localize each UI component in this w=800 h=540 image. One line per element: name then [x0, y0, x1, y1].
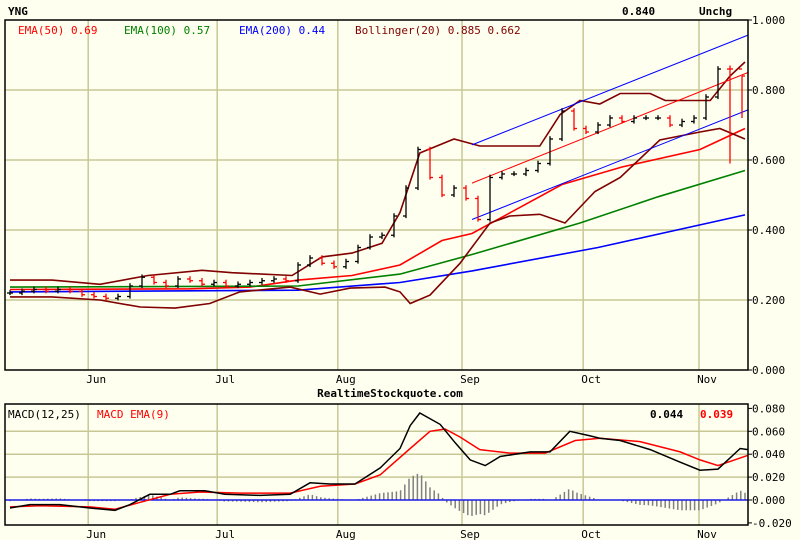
price-y-tick-label: 1.000: [752, 14, 785, 27]
price-x-axis: Jun Jul Aug Sep Oct Nov: [86, 373, 717, 386]
macd-panel-border: [4, 403, 749, 526]
macd-y-tick-label: 0.040: [752, 448, 785, 461]
price-bar: [535, 160, 541, 173]
price-bar: [451, 185, 457, 198]
price-bar: [379, 232, 385, 240]
price-bar: [655, 115, 661, 121]
macd-signal-value: 0.039: [700, 408, 733, 421]
price-bar: [427, 146, 433, 180]
macd-x-tick-label: Jul: [215, 528, 235, 540]
macd-label: MACD(12,25): [8, 408, 81, 421]
legend-ema200-value: 0.44: [299, 24, 326, 37]
price-bar: [355, 244, 361, 264]
price-lines: [9, 34, 749, 309]
svg-text:Bollinger(20) 0.885 0.662: Bollinger(20) 0.885 0.662: [355, 24, 521, 37]
price-x-tick-label: Sep: [460, 373, 480, 386]
price-y-tick-label: 0.800: [752, 84, 785, 97]
macd-y-axis: 0.080 0.060 0.040 0.020 0.000 -0.020: [748, 402, 792, 530]
price-bar: [247, 279, 253, 287]
price-x-tick-label: Jun: [86, 373, 106, 386]
symbol-label: YNG: [8, 5, 28, 18]
price-y-tick-label: 0.000: [752, 364, 785, 377]
price-bar: [187, 276, 193, 283]
price-x-tick-label: Aug: [336, 373, 356, 386]
price-grid: [5, 20, 748, 370]
price-bar: [643, 115, 649, 121]
price-x-tick-label: Oct: [581, 373, 601, 386]
price-bar: [523, 167, 529, 177]
macd-y-tick-label: 0.020: [752, 471, 785, 484]
macd-y-tick-label: -0.020: [752, 517, 792, 530]
price-bar: [499, 171, 505, 180]
price-bar: [607, 115, 613, 128]
change-label: Unchg: [699, 5, 732, 18]
price-y-axis: 1.000 0.800 0.600 0.400 0.200 0.000: [748, 14, 785, 377]
macd-y-tick-label: 0.000: [752, 494, 785, 507]
price-bars: [7, 65, 745, 301]
price-bar: [151, 274, 157, 285]
legend-ema50-label: EMA(50): [18, 24, 64, 37]
price-bar: [343, 258, 349, 269]
price-bar: [571, 108, 577, 131]
price-panel-border: [4, 19, 749, 371]
legend-ema50-value: 0.69: [71, 24, 98, 37]
macd-x-tick-label: Aug: [336, 528, 356, 540]
svg-text:EMA(50) 0.69: EMA(50) 0.69: [18, 24, 97, 37]
price-x-tick-label: Jul: [215, 373, 235, 386]
price-bar: [487, 174, 493, 222]
price-x-tick-label: Nov: [697, 373, 717, 386]
price-bar: [691, 115, 697, 124]
series-bollinger-upper: [10, 61, 746, 286]
legend-ema200-label: EMA(200): [239, 24, 292, 37]
series-channel-middle: [471, 72, 749, 184]
price-bar: [259, 277, 265, 285]
price-bar: [91, 291, 97, 299]
price-bar: [703, 94, 709, 121]
macd-y-tick-label: 0.080: [752, 402, 785, 415]
price-bar: [511, 171, 517, 177]
macd-signal-label: MACD EMA(9): [97, 408, 170, 421]
svg-text:EMA(100) 0.57: EMA(100) 0.57: [124, 24, 210, 37]
price-y-tick-label: 0.400: [752, 224, 785, 237]
price-bar: [463, 185, 469, 201]
price-bar: [307, 255, 313, 268]
series-ema-50: [9, 127, 746, 291]
price-bar: [7, 290, 13, 296]
price-bar: [679, 118, 685, 128]
legend-bollinger-upper: 0.885: [448, 24, 481, 37]
price-bar: [439, 174, 445, 198]
price-bar: [331, 260, 337, 269]
price-bar: [667, 115, 673, 128]
stock-chart: YNG 0.840 Unchg 1.000 0.800 0.600 0.400 0.20…: [4, 5, 792, 540]
macd-x-tick-label: Nov: [697, 528, 717, 540]
price-bar: [559, 108, 565, 142]
price-bar: [595, 122, 601, 135]
watermark-text: RealtimeStockquote.com: [317, 387, 463, 400]
macd-y-tick-label: 0.060: [752, 425, 785, 438]
price-y-tick-label: 0.200: [752, 294, 785, 307]
macd-x-tick-label: Sep: [460, 528, 480, 540]
legend-bollinger-lower: 0.662: [487, 24, 520, 37]
price-bar: [211, 279, 217, 287]
price-bar: [199, 277, 205, 287]
macd-grid: [5, 404, 748, 525]
price-bar: [271, 276, 277, 283]
legend-ema100-value: 0.57: [184, 24, 211, 37]
legend-bollinger-label: Bollinger(20): [355, 24, 441, 37]
macd-value: 0.044: [650, 408, 683, 421]
svg-text:EMA(200) 0.44: EMA(200) 0.44: [239, 24, 325, 37]
macd-x-tick-label: Jun: [86, 528, 106, 540]
last-price: 0.840: [622, 5, 655, 18]
legend-ema100-label: EMA(100): [124, 24, 177, 37]
macd-x-tick-label: Oct: [581, 528, 601, 540]
price-y-tick-label: 0.600: [752, 154, 785, 167]
macd-x-axis: Jun Jul Aug Sep Oct Nov: [86, 528, 717, 540]
price-bar: [739, 68, 745, 118]
